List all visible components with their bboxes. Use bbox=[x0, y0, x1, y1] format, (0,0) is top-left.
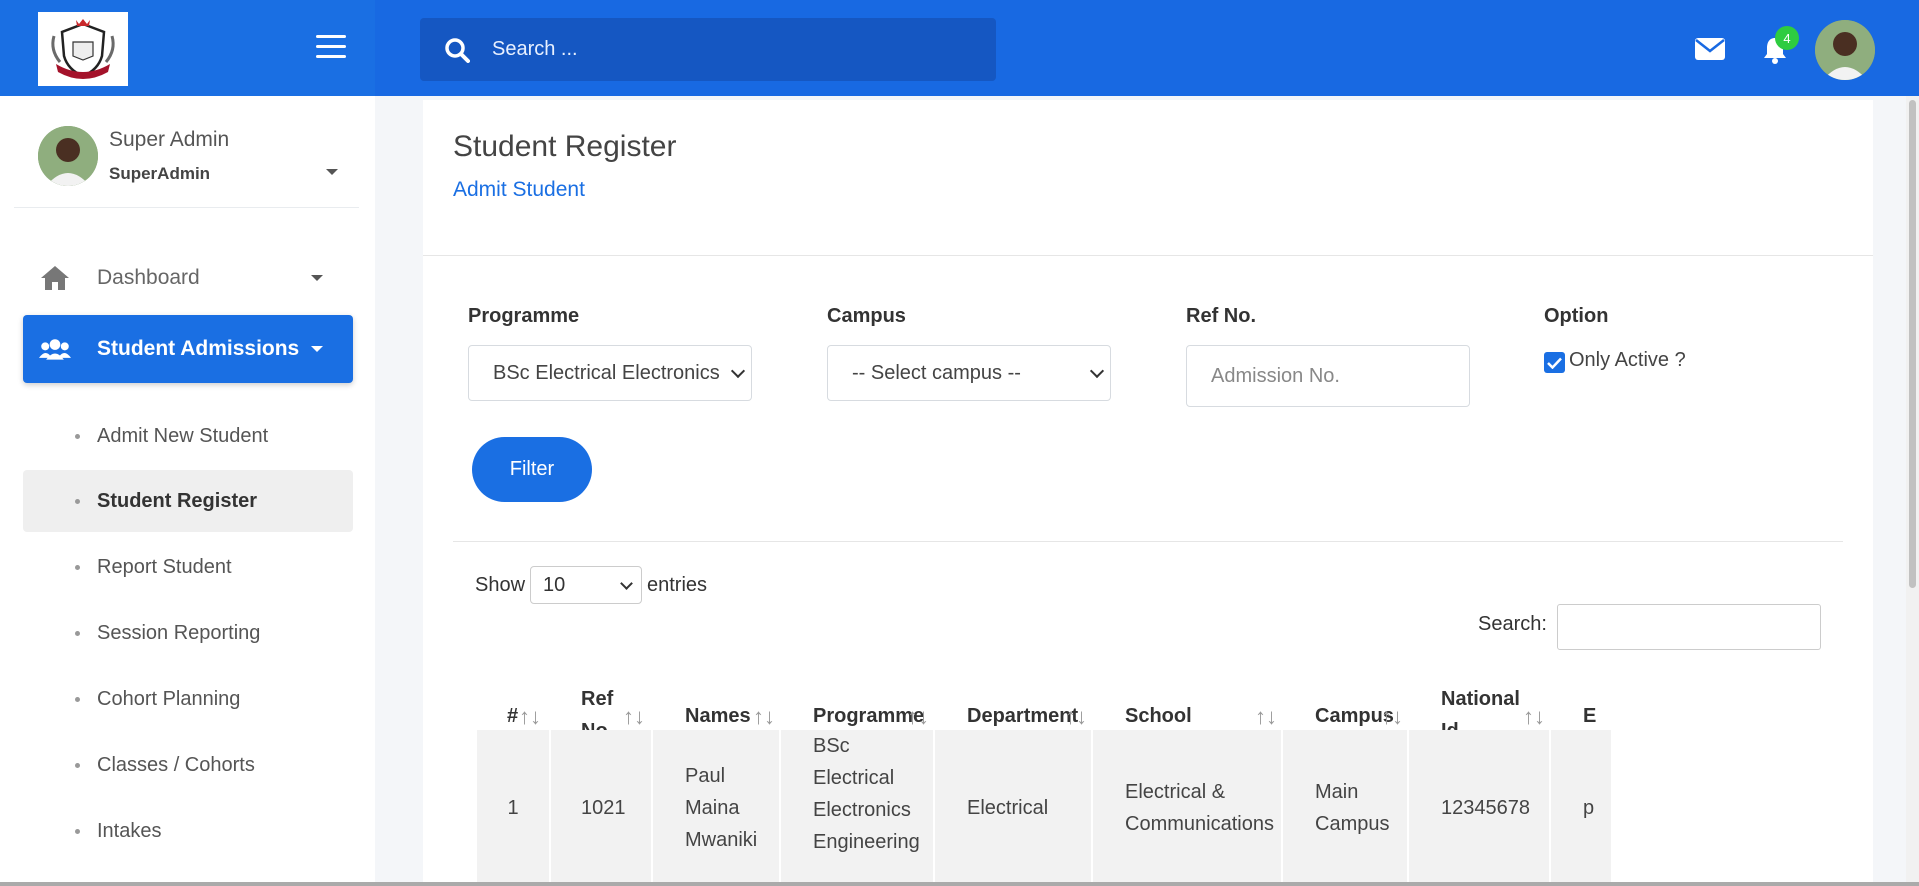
programme-select-value: BSc Electrical Electronics bbox=[493, 361, 720, 384]
sidebar-subitem-label: Classes / Cohorts bbox=[97, 753, 255, 776]
university-logo[interactable] bbox=[38, 12, 128, 86]
page-title: Student Register bbox=[453, 130, 677, 163]
sidebar: Super Admin SuperAdmin Dashboard Student… bbox=[0, 96, 375, 886]
sidebar-subitem-label: Intakes bbox=[97, 819, 162, 842]
sidebar-subitem-classes-cohorts[interactable]: Classes / Cohorts bbox=[23, 734, 353, 796]
sort-icon[interactable]: ↑↓ bbox=[753, 704, 775, 730]
table-cell: Paul Maina Mwaniki bbox=[653, 730, 779, 886]
entries-label: entries bbox=[647, 574, 708, 596]
avatar bbox=[38, 126, 98, 186]
scrollbar-thumb[interactable] bbox=[1909, 100, 1916, 588]
sidebar-subitem-label: Report Student bbox=[97, 555, 232, 578]
programme-label: Programme bbox=[468, 305, 580, 327]
sidebar-subitem-label: Student Register bbox=[97, 489, 258, 512]
table-search-input[interactable] bbox=[1557, 604, 1821, 650]
sort-icon[interactable]: ↑↓ bbox=[1065, 704, 1087, 730]
global-search-input[interactable] bbox=[492, 38, 962, 61]
chevron-down-icon bbox=[311, 346, 323, 352]
chevron-down-icon bbox=[311, 275, 323, 281]
sidebar-item-label: Student Admissions bbox=[97, 337, 300, 360]
sort-icon[interactable]: ↑↓ bbox=[519, 704, 541, 730]
chevron-down-icon bbox=[620, 577, 633, 590]
page-length-value: 10 bbox=[543, 573, 566, 596]
mail-icon[interactable] bbox=[1695, 38, 1725, 65]
ref-no-input[interactable] bbox=[1186, 345, 1470, 407]
sidebar-subitem-cohort-planning[interactable]: Cohort Planning bbox=[23, 668, 353, 730]
user-role: SuperAdmin bbox=[109, 164, 211, 183]
admit-student-link[interactable]: Admit Student bbox=[453, 178, 585, 202]
divider bbox=[423, 255, 1873, 256]
table-cell: p bbox=[1551, 730, 1611, 886]
filter-button[interactable]: Filter bbox=[472, 437, 592, 502]
brand-area bbox=[0, 0, 375, 96]
chevron-down-icon bbox=[730, 363, 746, 379]
sidebar-user-panel[interactable]: Super Admin SuperAdmin bbox=[14, 116, 359, 208]
sidebar-item-student-admissions[interactable]: Student Admissions bbox=[23, 315, 353, 383]
sort-icon[interactable]: ↑↓ bbox=[907, 704, 929, 730]
sort-icon[interactable]: ↑↓ bbox=[623, 704, 645, 730]
global-search-bar[interactable] bbox=[420, 18, 996, 81]
main-card: Student Register Admit Student Programme… bbox=[423, 100, 1873, 886]
table-search-label: Search: bbox=[1478, 613, 1547, 635]
window-bottom-edge bbox=[0, 882, 1919, 886]
divider bbox=[453, 541, 1843, 542]
table-cell: Electrical & Communications bbox=[1093, 730, 1281, 886]
menu-toggle-icon[interactable] bbox=[316, 35, 346, 59]
table-cell: Main Campus bbox=[1283, 730, 1407, 886]
logo-crest-icon bbox=[51, 19, 115, 79]
column-header-label: E bbox=[1583, 705, 1597, 727]
campus-select[interactable]: -- Select campus -- bbox=[827, 345, 1111, 401]
sidebar-subitem-label: Session Reporting bbox=[97, 621, 261, 644]
users-icon bbox=[39, 337, 71, 361]
campus-label: Campus bbox=[827, 305, 906, 327]
home-icon bbox=[39, 265, 71, 291]
page-scrollbar[interactable] bbox=[1906, 96, 1919, 886]
only-active-checkbox[interactable] bbox=[1544, 352, 1565, 373]
student-table: # ↑↓ Ref No. ↑↓ Names ↑↓ Programme ↑↓ De… bbox=[477, 680, 1843, 886]
sidebar-subitem-admit-new-student[interactable]: Admit New Student bbox=[23, 405, 353, 467]
chevron-down-icon[interactable] bbox=[326, 169, 338, 175]
column-header-label: Department bbox=[967, 705, 1079, 727]
sort-icon[interactable]: ↑↓ bbox=[1255, 704, 1277, 730]
sidebar-subitem-session-reporting[interactable]: Session Reporting bbox=[23, 602, 353, 664]
sidebar-subitem-label: Cohort Planning bbox=[97, 687, 241, 710]
search-icon bbox=[445, 37, 470, 63]
notification-badge: 4 bbox=[1775, 26, 1799, 50]
show-label: Show bbox=[475, 574, 526, 596]
chevron-down-icon bbox=[1089, 363, 1105, 379]
sidebar-item-label: Dashboard bbox=[97, 266, 200, 289]
campus-select-value: -- Select campus -- bbox=[852, 361, 1021, 384]
option-label: Option bbox=[1544, 305, 1609, 327]
table-cell: 1 bbox=[477, 730, 549, 886]
sort-icon[interactable]: ↑↓ bbox=[1523, 704, 1545, 730]
sidebar-subitem-intakes[interactable]: Intakes bbox=[23, 800, 353, 862]
only-active-label[interactable]: Only Active ? bbox=[1569, 349, 1686, 372]
programme-select[interactable]: BSc Electrical Electronics bbox=[468, 345, 752, 401]
sort-icon[interactable]: ↑↓ bbox=[1381, 704, 1403, 730]
table-cell: BSc Electrical Electronics Engineering bbox=[781, 730, 933, 886]
table-cell: 12345678 bbox=[1409, 730, 1549, 886]
sidebar-subitem-report-student[interactable]: Report Student bbox=[23, 536, 353, 598]
ref-no-label: Ref No. bbox=[1186, 305, 1256, 327]
column-header-label: # bbox=[507, 705, 519, 727]
column-header-label: Names bbox=[685, 705, 751, 727]
table-cell: 1021 bbox=[551, 730, 651, 886]
user-name: Super Admin bbox=[109, 128, 230, 151]
table-cell: Electrical bbox=[935, 730, 1091, 886]
sidebar-subitem-student-register[interactable]: Student Register bbox=[23, 470, 353, 532]
user-avatar[interactable] bbox=[1815, 20, 1875, 80]
page-length-select[interactable]: 10 bbox=[530, 566, 642, 604]
check-icon bbox=[1547, 357, 1562, 369]
column-header-label: School bbox=[1125, 705, 1192, 727]
sidebar-item-dashboard[interactable]: Dashboard bbox=[23, 244, 353, 312]
sidebar-subitem-label: Admit New Student bbox=[97, 424, 269, 447]
